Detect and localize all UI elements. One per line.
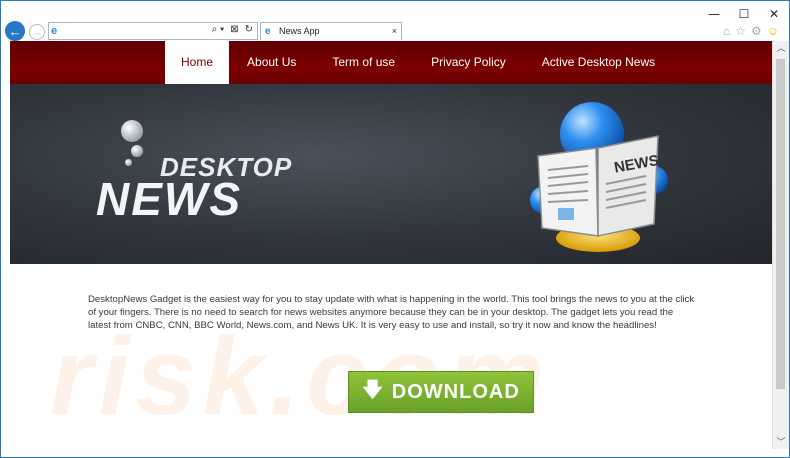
address-bar[interactable]: e ⌕ ▾ ⊠ ↻ [48, 22, 258, 40]
minimize-button[interactable]: — [707, 7, 721, 21]
logo-bubble-large [121, 120, 143, 142]
home-icon[interactable]: ⌂ [723, 24, 730, 38]
tab-news-app[interactable]: e News App × [260, 22, 402, 40]
site-nav: Home About Us Term of use Privacy Policy… [10, 41, 772, 84]
gear-icon[interactable]: ⚙ [751, 24, 762, 38]
nav-privacy-policy[interactable]: Privacy Policy [413, 41, 524, 84]
maximize-button[interactable]: ☐ [737, 7, 751, 21]
search-dropdown-icon[interactable]: ⌕ ▾ [212, 24, 225, 35]
vertical-scrollbar[interactable]: ︿ ﹀ [772, 41, 789, 449]
tab-close-icon[interactable]: × [392, 26, 397, 36]
browser-toolbar: ← → e ⌕ ▾ ⊠ ↻ e News App × ⌂ ☆ ⚙ ☺ [1, 21, 789, 43]
window-controls: — ☐ ✕ [707, 7, 781, 21]
download-button[interactable]: 🡇 DOWNLOAD [348, 371, 534, 413]
newspaper-mascot-image: NEWS [530, 102, 668, 252]
compat-view-icon[interactable]: ⊠ [230, 24, 238, 35]
back-button[interactable]: ← [5, 21, 25, 41]
download-arrow-icon: 🡇 [362, 379, 384, 401]
forward-button[interactable]: → [29, 24, 45, 40]
close-button[interactable]: ✕ [767, 7, 781, 21]
browser-right-icons: ⌂ ☆ ⚙ ☺ [723, 24, 779, 38]
nav-active-desktop-news[interactable]: Active Desktop News [524, 41, 673, 84]
smiley-icon[interactable]: ☺ [767, 24, 779, 38]
nav-about-us[interactable]: About Us [229, 41, 314, 84]
ie-icon: e [265, 26, 271, 37]
logo-bubble-small [125, 159, 132, 166]
ie-icon: e [51, 25, 58, 37]
browser-window: — ☐ ✕ ← → e ⌕ ▾ ⊠ ↻ e News App × ⌂ ☆ ⚙ ☺ [0, 0, 790, 458]
refresh-icon[interactable]: ↻ [245, 24, 253, 35]
hero-banner: DESKTOP NEWS NEWS [10, 84, 772, 264]
page-viewport: Home About Us Term of use Privacy Policy… [10, 41, 772, 449]
scroll-down-icon[interactable]: ﹀ [773, 435, 789, 449]
tab-title: News App [279, 26, 320, 36]
nav-home[interactable]: Home [165, 41, 230, 84]
logo-bubble-medium [131, 145, 143, 157]
scroll-up-icon[interactable]: ︿ [773, 41, 789, 55]
nav-term-of-use[interactable]: Term of use [314, 41, 413, 84]
scroll-thumb[interactable] [776, 59, 785, 389]
logo-news-text: NEWS [96, 173, 242, 225]
address-tools: ⌕ ▾ ⊠ ↻ [212, 24, 253, 35]
download-label: DOWNLOAD [391, 380, 520, 403]
description-paragraph: DesktopNews Gadget is the easiest way fo… [88, 294, 695, 331]
star-icon[interactable]: ☆ [735, 24, 746, 38]
